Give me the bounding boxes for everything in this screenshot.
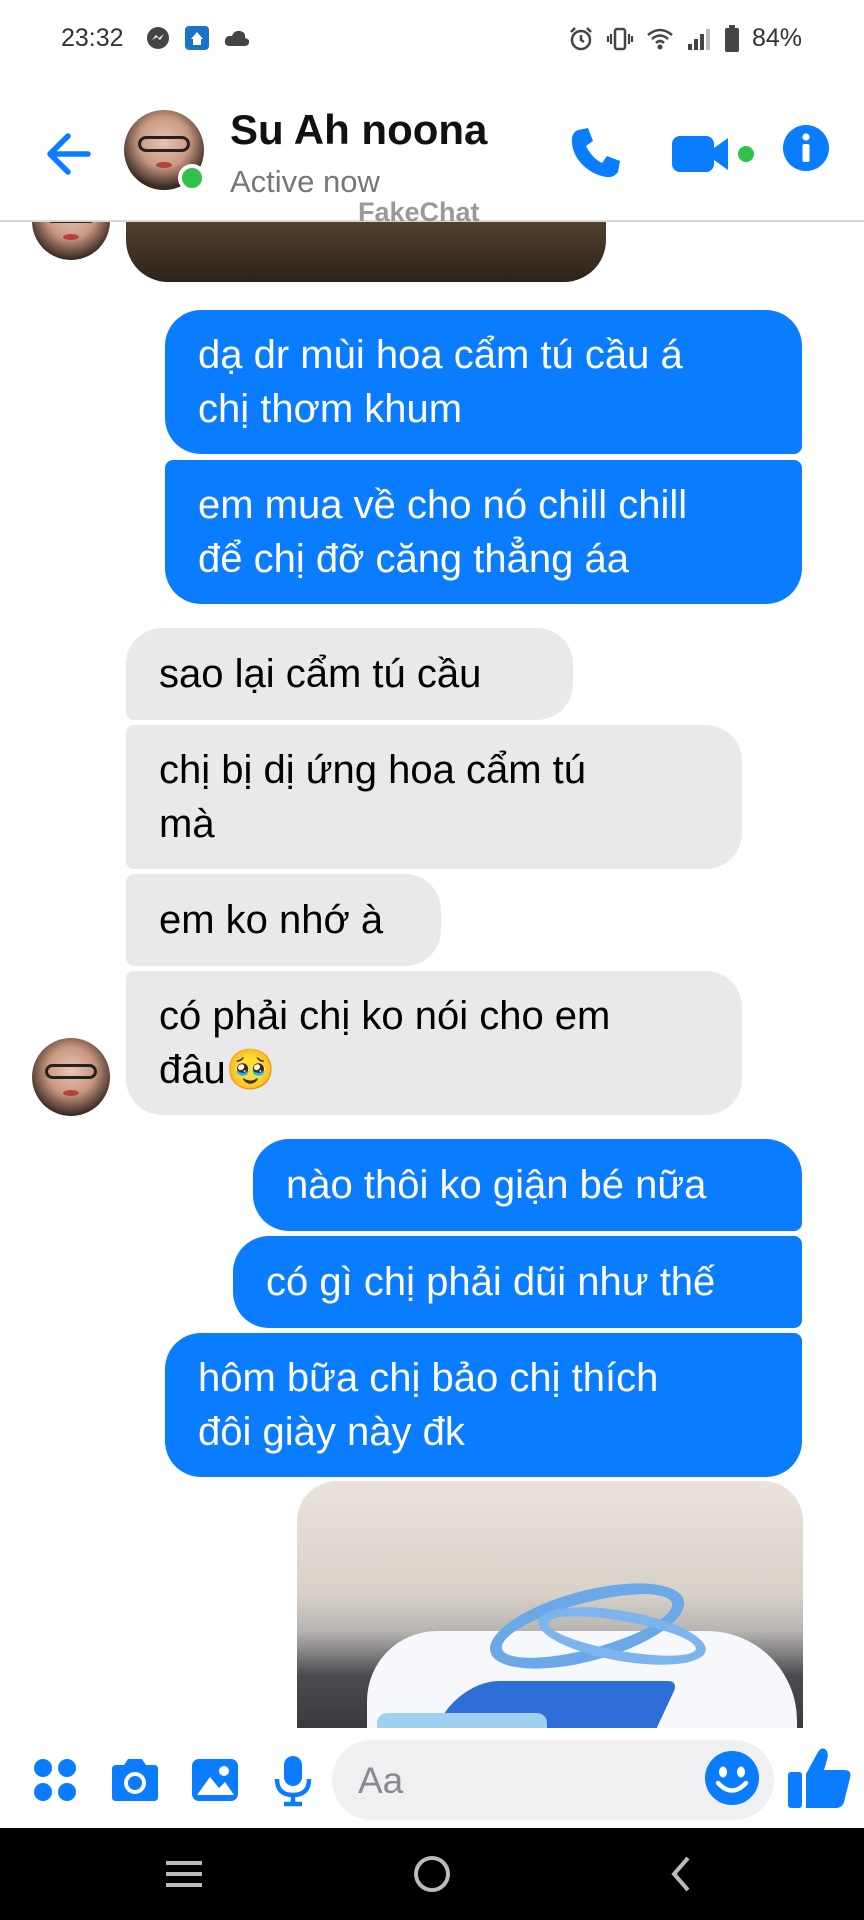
contact-status: Active now [230, 164, 380, 199]
video-camera-icon [672, 136, 754, 172]
chat-header: Su Ah noona Active now FakeChat [0, 80, 864, 227]
status-notification-icons [146, 25, 250, 51]
message-line: mà [159, 802, 215, 846]
status-right: 84% [568, 24, 802, 53]
message-line: em mua về cho nó chill chill [198, 483, 688, 527]
gallery-icon [192, 1759, 238, 1801]
message-bubble-incoming[interactable]: có phải chị ko nói cho em đâu🥹 [126, 971, 742, 1115]
emoji-button[interactable] [704, 1750, 760, 1806]
gallery-button[interactable] [188, 1753, 242, 1807]
status-time: 23:32 [61, 24, 124, 52]
contact-avatar-button[interactable] [124, 110, 206, 192]
contact-name[interactable]: Su Ah noona [230, 106, 487, 154]
back-arrow-icon [47, 133, 91, 175]
home-icon [414, 1856, 450, 1892]
home-button[interactable] [404, 1846, 460, 1902]
message-line: sao lại cẩm tú cầu [159, 652, 482, 696]
message-line: có gì chị phải dũi như thế [266, 1260, 716, 1304]
camera-button[interactable] [108, 1753, 162, 1807]
message-line: đâu🥹 [159, 1048, 276, 1092]
message-bubble-outgoing[interactable]: có gì chị phải dũi như thế [233, 1236, 802, 1328]
shared-photo-shoes[interactable] [297, 1481, 803, 1728]
message-bubble-incoming[interactable]: sao lại cẩm tú cầu [126, 628, 573, 720]
recent-apps-button[interactable] [156, 1846, 212, 1902]
alarm-icon [570, 26, 592, 50]
voice-message-button[interactable] [266, 1753, 320, 1807]
message-line: chị thơm khum [198, 387, 463, 431]
back-icon [671, 1856, 690, 1892]
battery-icon [724, 24, 739, 52]
microphone-icon [274, 1756, 312, 1807]
back-button[interactable] [40, 124, 100, 184]
message-line: dạ dr mùi hoa cẩm tú cầu á [198, 333, 683, 377]
thumbs-up-icon [788, 1748, 851, 1808]
shared-photo-previous[interactable] [126, 222, 606, 282]
message-bubble-outgoing[interactable]: hôm bữa chị bảo chị thích đôi giày này đ… [165, 1333, 802, 1477]
signal-icon [687, 28, 710, 50]
wifi-icon [647, 28, 673, 49]
sender-avatar[interactable] [32, 1038, 110, 1116]
message-line: để chị đỡ căng thẳng áa [198, 537, 629, 581]
video-call-button[interactable] [670, 130, 760, 178]
message-input[interactable]: Aa [332, 1740, 774, 1820]
vibrate-icon [606, 27, 634, 50]
battery-percent: 84% [751, 24, 802, 52]
back-nav-button[interactable] [654, 1846, 710, 1902]
message-bubble-outgoing[interactable]: em mua về cho nó chill chill để chị đỡ c… [165, 460, 802, 604]
status-bar: 23:32 84% [0, 0, 864, 80]
menu-dots-icon [34, 1759, 76, 1801]
info-button[interactable] [782, 124, 830, 172]
message-bubble-incoming[interactable]: em ko nhớ à [126, 874, 441, 966]
message-line: em ko nhớ à [159, 898, 384, 942]
emoji-icon [705, 1751, 759, 1805]
message-line: hôm bữa chị bảo chị thích [198, 1356, 659, 1400]
camera-icon [112, 1759, 158, 1801]
online-indicator [178, 164, 206, 192]
app-notification-icon [185, 26, 209, 50]
info-icon [783, 125, 829, 171]
phone-icon [571, 128, 620, 178]
messenger-icon [147, 27, 169, 49]
message-composer: Aa [0, 1728, 864, 1828]
system-navigation-bar [0, 1828, 864, 1920]
like-button[interactable] [786, 1744, 854, 1812]
message-line: chị bị dị ứng hoa cẩm tú [159, 748, 587, 792]
message-line: đôi giày này đk [198, 1410, 465, 1454]
message-bubble-outgoing[interactable]: dạ dr mùi hoa cẩm tú cầu á chị thơm khum [165, 310, 802, 454]
message-line: nào thôi ko giận bé nữa [286, 1163, 707, 1207]
cloud-icon [224, 30, 250, 46]
message-bubble-outgoing[interactable]: nào thôi ko giận bé nữa [253, 1139, 802, 1231]
message-bubble-incoming[interactable]: chị bị dị ứng hoa cẩm tú mà [126, 725, 742, 869]
voice-call-button[interactable] [566, 124, 624, 182]
recent-apps-icon [166, 1861, 202, 1887]
sender-avatar[interactable] [32, 222, 110, 260]
message-input-placeholder: Aa [358, 1760, 404, 1801]
message-line: có phải chị ko nói cho em [159, 994, 611, 1038]
more-actions-button[interactable] [28, 1753, 82, 1807]
message-list[interactable]: dạ dr mùi hoa cẩm tú cầu á chị thơm khum… [0, 222, 864, 1728]
